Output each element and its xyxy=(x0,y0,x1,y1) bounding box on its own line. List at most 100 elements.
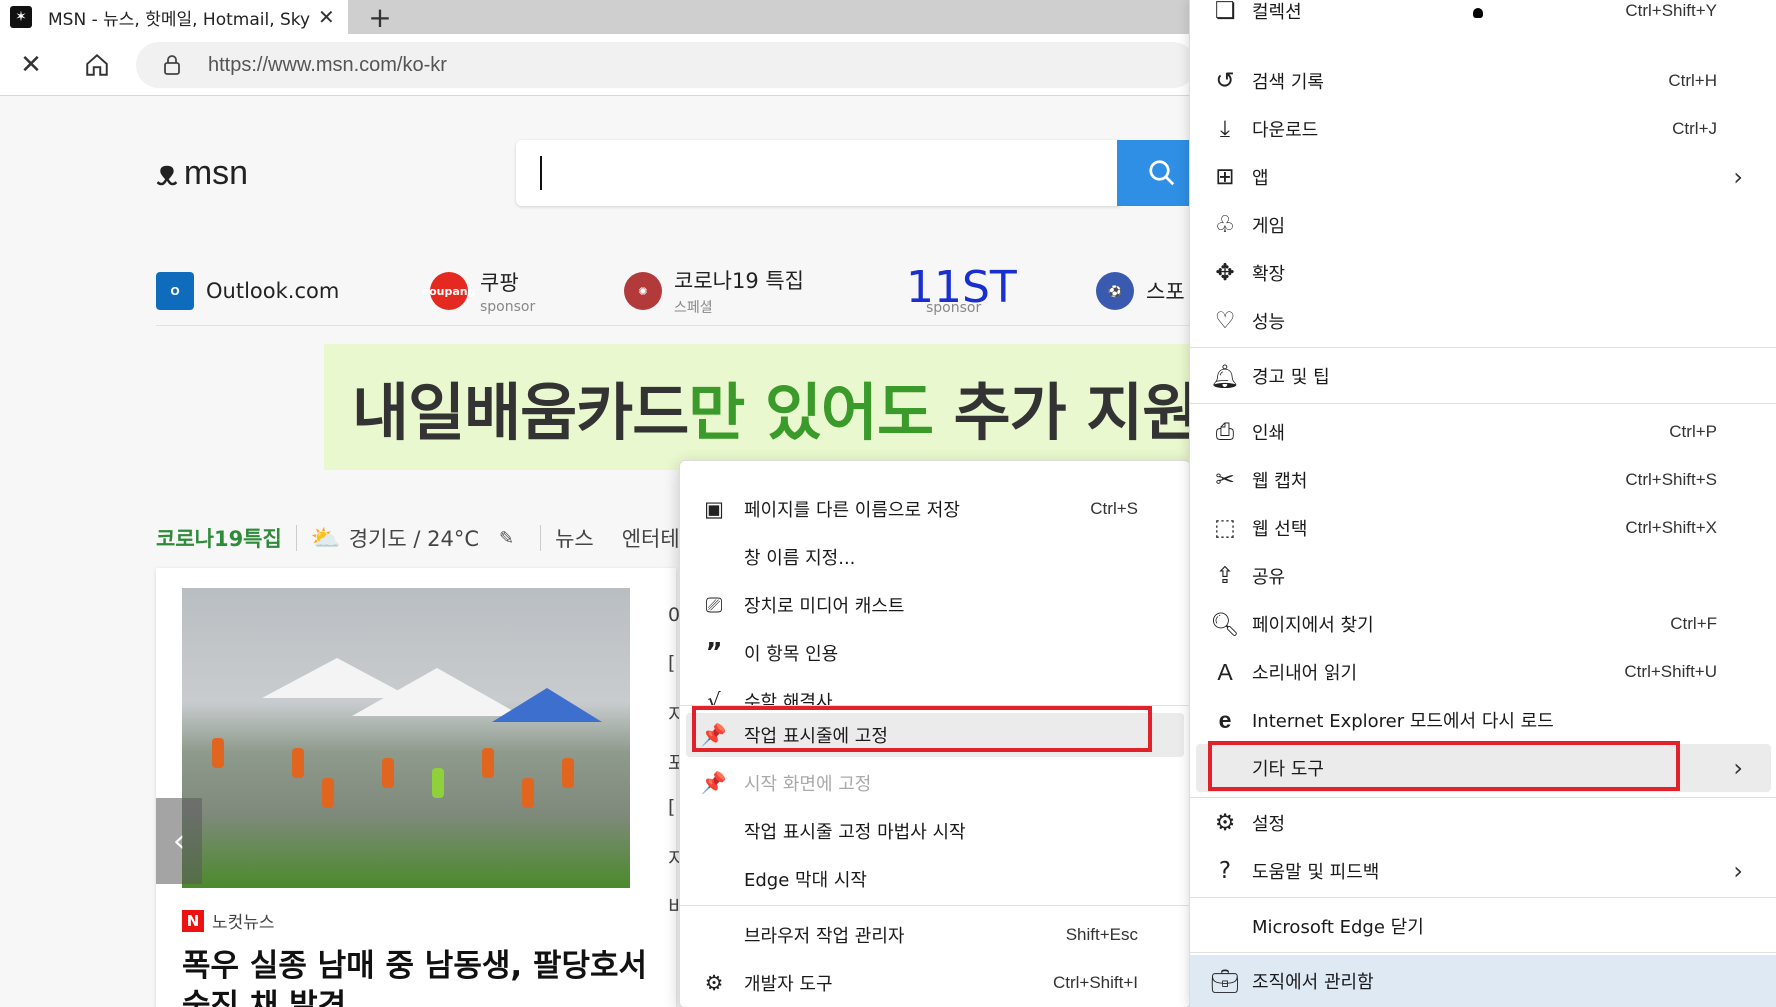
menu-label: 개발자 도구 xyxy=(744,974,833,995)
msn-logo[interactable]: ᴥ msn xyxy=(156,152,248,194)
web-capture-icon: ✂ xyxy=(1215,467,1235,493)
quicklink-sports[interactable]: ⚽ 스포 xyxy=(1096,266,1185,316)
menu-cite-item[interactable]: ” 이 항목 인용 xyxy=(680,631,1192,675)
lock-icon xyxy=(164,55,180,75)
menu-save-page-as[interactable]: ▣ 페이지를 다른 이름으로 저장 Ctrl+S xyxy=(680,487,1192,531)
menu-task-manager[interactable]: 브라우저 작업 관리자 Shift+Esc xyxy=(680,913,1192,957)
menu-ie-mode[interactable]: e Internet Explorer 모드에서 다시 로드 xyxy=(1190,696,1776,744)
menu-extensions[interactable]: ✥ 확장 xyxy=(1190,249,1776,297)
menu-developer-tools[interactable]: ⚙ 개발자 도구 Ctrl+Shift+I xyxy=(680,961,1192,1005)
quicklink-coupang[interactable]: coupang 쿠팡 sponsor xyxy=(423,266,536,316)
news-card[interactable]: ‹ N 노컷뉴스 폭우 실종 남매 중 남동생, 팔당호서 숨진 채 발견 xyxy=(156,568,676,1007)
quicklink-sub: sponsor xyxy=(926,300,982,316)
menu-label: 인쇄 xyxy=(1252,423,1286,444)
category-nav: 코로나19특집 ⛅ 경기도 / 24°C ✎ 뉴스 엔터테 xyxy=(156,518,708,558)
banner-text-part1: 내일배움카드 xyxy=(352,376,689,449)
menu-label: 작업 표시줄에 고정 xyxy=(744,726,888,747)
menu-label: 작업 표시줄 고정 마법사 시작 xyxy=(744,822,966,843)
edit-pencil-icon[interactable]: ✎ xyxy=(499,528,514,549)
menu-pin-to-start: 📌 시작 화면에 고정 xyxy=(680,761,1192,805)
msn-butterfly-icon: ᴥ xyxy=(156,153,178,194)
weather-info[interactable]: 경기도 / 24°C xyxy=(349,523,479,553)
menu-help-feedback[interactable]: ? 도움말 및 피드백 › xyxy=(1190,847,1776,895)
menu-downloads[interactable]: ⤓ 다운로드 Ctrl+J xyxy=(1190,105,1776,153)
menu-shortcut: Ctrl+Shift+U xyxy=(1624,662,1717,681)
bell-icon: 🔔︎ xyxy=(1210,363,1240,390)
more-tools-submenu: ▣ 페이지를 다른 이름으로 저장 Ctrl+S 창 이름 지정... ⎚ 장치… xyxy=(679,460,1192,1007)
menu-shortcut: Ctrl+Shift+I xyxy=(1052,973,1138,992)
news-source: N 노컷뉴스 xyxy=(182,908,275,933)
cast-icon: ⎚ xyxy=(705,592,723,617)
menu-label: 이 항목 인용 xyxy=(744,644,839,665)
menu-label: 앱 xyxy=(1252,168,1269,189)
menu-label: 수학 해결사 xyxy=(744,692,833,713)
home-button[interactable] xyxy=(76,44,118,86)
carousel-prev-button[interactable]: ‹ xyxy=(156,798,202,884)
edge-settings-menu: ❏ 컬렉션 Ctrl+Shift+Y ↺ 검색 기록 Ctrl+H ⤓ 다운로드… xyxy=(1189,0,1776,1007)
menu-cast-media[interactable]: ⎚ 장치로 미디어 캐스트 xyxy=(680,583,1192,627)
menu-shortcut: Ctrl+P xyxy=(1669,422,1717,441)
menu-apps[interactable]: ⊞ 앱 › xyxy=(1190,153,1776,201)
news-headline[interactable]: 폭우 실종 남매 중 남동생, 팔당호서 숨진 채 발견 xyxy=(182,946,652,1007)
ad-banner[interactable]: 내일배움카드만 있어도 추가 지원금 xyxy=(324,344,1204,470)
menu-divider xyxy=(1190,897,1776,898)
menu-find-on-page[interactable]: 🔍︎ 페이지에서 찾기 Ctrl+F xyxy=(1190,600,1776,648)
browser-tab[interactable]: ✶ MSN - 뉴스, 핫메일, Hotmail, Skype ✕ xyxy=(0,0,348,34)
menu-collections[interactable]: ❏ 컬렉션 Ctrl+Shift+Y xyxy=(1190,0,1776,34)
chevron-right-icon: › xyxy=(1733,857,1743,885)
menu-more-tools[interactable]: 기타 도구 › xyxy=(1196,744,1771,792)
menu-label: 시작 화면에 고정 xyxy=(744,774,872,795)
menu-pin-wizard[interactable]: 작업 표시줄 고정 마법사 시작 xyxy=(680,809,1192,853)
printer-icon: ⎙ xyxy=(1215,419,1235,445)
partly-cloudy-icon: ⛅ xyxy=(310,524,341,552)
menu-label: 공유 xyxy=(1252,567,1286,588)
menu-print[interactable]: ⎙ 인쇄 Ctrl+P xyxy=(1190,408,1776,456)
pin-icon: 📌 xyxy=(700,722,728,747)
quicklink-label: 코로나19 특집 xyxy=(674,269,804,293)
banner-text: 내일배움카드만 있어도 추가 지원금 xyxy=(352,362,1204,452)
quicklink-sub: 스페셜 xyxy=(674,300,713,316)
coupang-icon: coupang xyxy=(423,272,475,310)
nav-covid[interactable]: 코로나19특집 xyxy=(156,523,282,553)
menu-label: 다운로드 xyxy=(1252,120,1319,141)
nav-divider xyxy=(295,525,297,551)
menu-divider xyxy=(680,905,1192,906)
menu-alerts-tips[interactable]: 🔔︎ 경고 및 팁 xyxy=(1190,352,1776,400)
menu-games[interactable]: ♧ 게임 xyxy=(1190,201,1776,249)
address-bar[interactable]: https://www.msn.com/ko-kr xyxy=(136,42,1196,88)
search-input[interactable] xyxy=(516,140,1120,206)
menu-divider xyxy=(1190,347,1776,348)
menu-label: 확장 xyxy=(1252,264,1286,285)
menu-web-select[interactable]: ⬚ 웹 선택 Ctrl+Shift+X xyxy=(1190,504,1776,552)
menu-label: 웹 선택 xyxy=(1252,519,1308,540)
menu-managed-by-org[interactable]: 💼︎ 조직에서 관리함 xyxy=(1190,955,1776,1007)
new-tab-button[interactable]: + xyxy=(360,0,400,34)
help-icon: ? xyxy=(1218,858,1232,884)
menu-shortcut: Ctrl+Shift+S xyxy=(1625,470,1717,489)
quicklink-covid[interactable]: ✺ 코로나19 특집 스페셜 xyxy=(624,266,804,316)
menu-divider xyxy=(680,705,1192,706)
menu-label: 도움말 및 피드백 xyxy=(1252,862,1380,883)
quicklink-label: 쿠팡 xyxy=(480,271,519,295)
menu-edge-bar[interactable]: Edge 막대 시작 xyxy=(680,857,1192,901)
collections-icon: ❏ xyxy=(1214,0,1236,24)
quicklink-11st[interactable]: 11ST sponsor xyxy=(906,266,1017,317)
menu-web-capture[interactable]: ✂ 웹 캡처 Ctrl+Shift+S xyxy=(1190,456,1776,504)
menu-divider xyxy=(1190,952,1776,953)
menu-history[interactable]: ↺ 검색 기록 Ctrl+H xyxy=(1190,57,1776,105)
nav-news[interactable]: 뉴스 xyxy=(555,523,594,553)
menu-read-aloud[interactable]: A 소리내어 읽기 Ctrl+Shift+U xyxy=(1190,648,1776,696)
read-aloud-icon: A xyxy=(1217,658,1233,685)
chevron-right-icon: › xyxy=(1733,754,1743,782)
nav-entertainment[interactable]: 엔터테 xyxy=(622,523,680,553)
menu-label: 웹 캡처 xyxy=(1252,471,1308,492)
menu-close-edge[interactable]: Microsoft Edge 닫기 xyxy=(1190,902,1776,950)
menu-pin-to-taskbar[interactable]: 📌 작업 표시줄에 고정 xyxy=(686,713,1184,757)
menu-performance[interactable]: ♡ 성능 xyxy=(1190,297,1776,345)
menu-settings[interactable]: ⚙ 설정 xyxy=(1190,799,1776,847)
quicklink-outlook[interactable]: O Outlook.com xyxy=(156,266,339,316)
menu-name-window[interactable]: 창 이름 지정... xyxy=(680,535,1192,579)
stop-loading-button[interactable]: ✕ xyxy=(10,44,52,86)
menu-share[interactable]: ⇪ 공유 xyxy=(1190,552,1776,600)
tab-close-icon[interactable]: ✕ xyxy=(318,5,335,29)
